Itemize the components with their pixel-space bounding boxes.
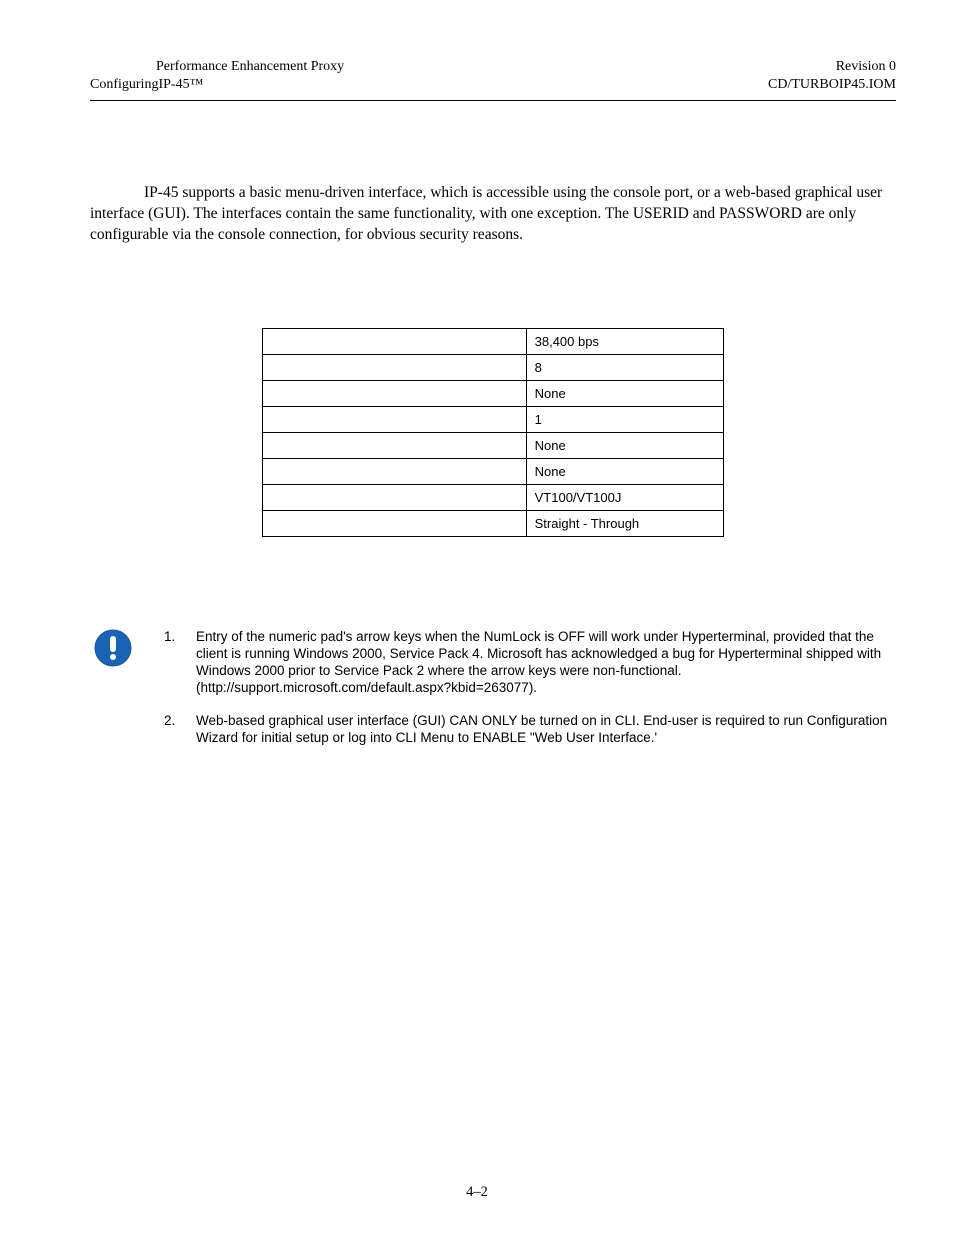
table-cell-value: 1 (526, 407, 723, 433)
table-cell-label (263, 433, 527, 459)
table-cell-value: 8 (526, 355, 723, 381)
table-cell-value: None (526, 381, 723, 407)
notes-list: 1. Entry of the numeric pad's arrow keys… (164, 629, 896, 762)
page-header: Performance Enhancement Proxy Configurin… (90, 58, 896, 101)
note-item: 2. Web-based graphical user interface (G… (164, 713, 896, 747)
table-cell-label (263, 459, 527, 485)
table-row: Straight - Through (263, 511, 724, 537)
table-row: 38,400 bps (263, 329, 724, 355)
intro-paragraph: IP-45 supports a basic menu-driven inter… (90, 183, 896, 246)
table-row: 1 (263, 407, 724, 433)
header-subtitle: ConfiguringIP-45™ (90, 76, 344, 94)
table-cell-value: VT100/VT100J (526, 485, 723, 511)
note-item: 1. Entry of the numeric pad's arrow keys… (164, 629, 896, 697)
note-number: 1. (164, 629, 196, 697)
table-cell-value: None (526, 433, 723, 459)
table-row: None (263, 459, 724, 485)
table-cell-value: 38,400 bps (526, 329, 723, 355)
table-cell-label (263, 511, 527, 537)
table-row: VT100/VT100J (263, 485, 724, 511)
table-row: 8 (263, 355, 724, 381)
note-text: Web-based graphical user interface (GUI)… (196, 713, 896, 747)
table-row: None (263, 381, 724, 407)
note-number: 2. (164, 713, 196, 747)
header-revision: Revision 0 (768, 58, 896, 76)
header-doc-id: CD/TURBOIP45.IOM (768, 76, 896, 94)
header-title: Performance Enhancement Proxy (90, 58, 344, 76)
page-number: 4–2 (0, 1184, 954, 1201)
table-cell-label (263, 329, 527, 355)
table-cell-label (263, 381, 527, 407)
header-left: Performance Enhancement Proxy Configurin… (90, 58, 344, 94)
table-cell-value: None (526, 459, 723, 485)
header-right: Revision 0 CD/TURBOIP45.IOM (768, 58, 896, 94)
settings-table: 38,400 bps 8 None 1 None None VT100/VT10… (262, 328, 724, 537)
notes-block: 1. Entry of the numeric pad's arrow keys… (90, 629, 896, 762)
important-icon (90, 629, 164, 667)
header-subtitle-a: Configuring (90, 77, 158, 92)
table-cell-label (263, 485, 527, 511)
table-cell-label (263, 407, 527, 433)
header-subtitle-b: IP-45™ (158, 77, 203, 92)
table-cell-value: Straight - Through (526, 511, 723, 537)
table-row: None (263, 433, 724, 459)
document-page: Performance Enhancement Proxy Configurin… (0, 0, 954, 1235)
note-text: Entry of the numeric pad's arrow keys wh… (196, 629, 896, 697)
table-cell-label (263, 355, 527, 381)
